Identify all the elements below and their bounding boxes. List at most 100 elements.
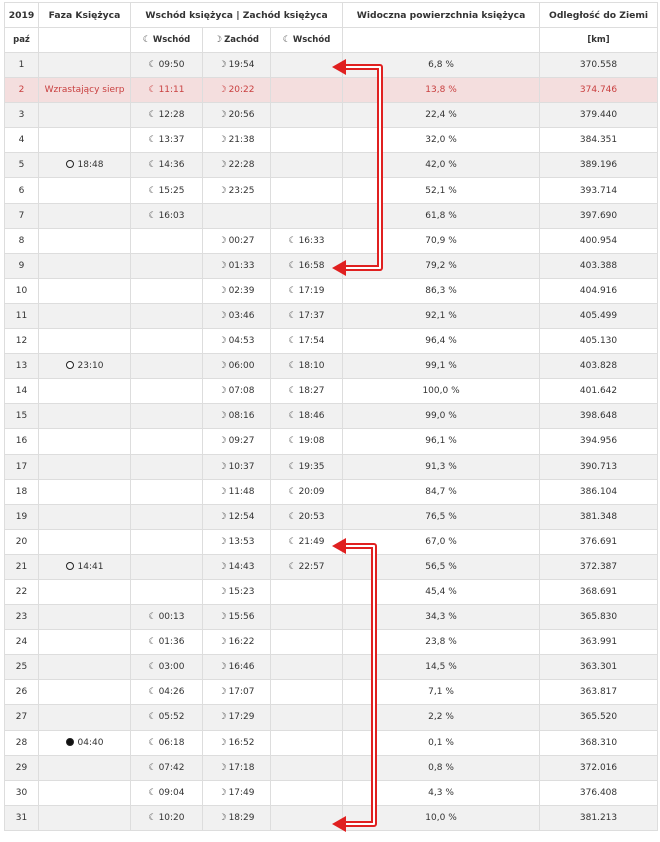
moonrise-cell [130, 578, 203, 606]
moonrise2-cell-value: 18:46 [298, 411, 325, 422]
moonrise-icon: ☾ [288, 310, 297, 321]
phase-cell-value: Wzrastający sierp [44, 85, 125, 96]
surface-cell-value: 79,2 % [425, 260, 457, 271]
full-moon-icon [65, 361, 74, 370]
phase-cell [38, 252, 131, 279]
moonrise2-cell-value: 17:54 [298, 336, 325, 347]
moonrise-cell-value: 15:25 [158, 185, 185, 196]
moonrise2-cell [269, 578, 344, 606]
table-row: 7 ☾ 16:03 61,8 % 397.690 [4, 202, 659, 229]
distance-cell-value: 397.690 [579, 210, 618, 221]
moonrise-icon: ☾ [288, 486, 297, 497]
distance-cell: 400.954 [539, 227, 659, 254]
surface-cell: 86,3 % [342, 277, 541, 304]
moonrise-cell: ☾ 16:03 [130, 202, 203, 229]
surface-cell: 0,1 % [342, 729, 541, 756]
rise-subheader-label: Wschód [152, 35, 191, 45]
distance-cell: 372.387 [539, 553, 659, 580]
moonset-cell: ☽ 00:27 [202, 227, 271, 254]
surface-cell-value: 99,1 % [425, 361, 457, 372]
moonrise2-cell [269, 779, 344, 806]
day-cell: 12 [4, 328, 39, 355]
moonrise-cell: ☾ 07:42 [130, 754, 203, 781]
day-cell: 20 [4, 528, 39, 555]
moonset-cell: ☽ 15:56 [202, 604, 271, 631]
distance-cell: 403.828 [539, 353, 659, 380]
moonrise-cell: ☾ 06:18 [130, 729, 203, 756]
moonrise-icon: ☾ [288, 260, 297, 271]
surface-cell-value: 23,8 % [425, 637, 457, 648]
distance-cell: 376.408 [539, 779, 659, 806]
phase-cell: 04:40 [38, 729, 131, 756]
moonrise-icon: ☾ [288, 561, 297, 572]
distance-cell: 365.830 [539, 604, 659, 631]
moonset-cell: ☽ 08:16 [202, 403, 271, 430]
day-cell-value: 5 [18, 160, 25, 171]
phase-cell: Wzrastający sierp [38, 77, 131, 104]
day-cell: 23 [4, 604, 39, 631]
month-header: paź [4, 27, 39, 53]
moonset-icon: ☽ [218, 561, 227, 572]
moonset-cell: ☽ 14:43 [202, 553, 271, 580]
phase-cell [38, 578, 131, 606]
day-cell: 22 [4, 578, 39, 606]
distance-cell-value: 403.828 [579, 361, 618, 372]
distance-cell-value: 405.130 [579, 336, 618, 347]
day-cell-value: 30 [15, 787, 28, 798]
moonrise-cell-value: 05:52 [158, 712, 185, 723]
moonset-icon: ☽ [218, 235, 227, 246]
moonrise-cell: ☾ 13:37 [130, 127, 203, 154]
distance-cell-value: 363.991 [579, 637, 618, 648]
table-row: 20 ☽ 13:53 ☾ 21:49 67,0 % 376.691 [4, 528, 659, 555]
moonset-icon: ☽ [218, 85, 227, 96]
moonset-icon: ☽ [218, 60, 227, 71]
distance-cell-value: 401.642 [579, 386, 618, 397]
distance-cell-value: 386.104 [579, 486, 618, 497]
moonrise-icon: ☾ [148, 712, 157, 723]
distance-cell-value: 365.830 [579, 612, 618, 623]
moonset-cell-value: 15:23 [228, 587, 255, 598]
moonset-icon: ☽ [218, 135, 227, 146]
day-cell: 5 [4, 152, 39, 179]
moonrise-cell: ☾ 03:00 [130, 654, 203, 681]
surface-cell: 61,8 % [342, 202, 541, 229]
table-row: 26 ☾ 04:26 ☽ 17:07 7,1 % 363.817 [4, 679, 659, 706]
surface-cell: 56,5 % [342, 553, 541, 580]
day-cell-value: 15 [15, 411, 28, 422]
moonrise2-cell-value: 20:53 [298, 511, 325, 522]
moonrise2-cell: ☾ 18:46 [269, 403, 344, 430]
distance-cell-value: 405.499 [579, 310, 618, 321]
moonset-icon: ☽ [218, 336, 227, 347]
moonrise-cell: ☾ 05:52 [130, 704, 203, 731]
day-cell-value: 27 [15, 712, 28, 723]
day-cell: 24 [4, 629, 39, 656]
moonrise-cell [130, 353, 203, 380]
moonrise-cell-value: 00:13 [158, 612, 185, 623]
rise-subheader: ☾ Wschód [130, 27, 203, 53]
moonrise2-cell [269, 152, 344, 179]
phase-cell [38, 102, 131, 129]
moonset-cell: ☽ 04:53 [202, 328, 271, 355]
surface-cell-value: 99,0 % [425, 411, 457, 422]
table-row: 5 18:48 ☾ 14:36 ☽ 22:28 42,0 % 389.196 [4, 152, 659, 179]
surface-cell-value: 70,9 % [425, 235, 457, 246]
surface-cell: 14,5 % [342, 654, 541, 681]
distance-cell-value: 368.310 [579, 737, 618, 748]
distance-cell-value: 403.388 [579, 260, 618, 271]
table-row: 4 ☾ 13:37 ☽ 21:38 32,0 % 384.351 [4, 127, 659, 154]
distance-cell-value: 363.301 [579, 662, 618, 673]
surface-cell-value: 86,3 % [425, 285, 457, 296]
moonset-cell-value: 20:56 [228, 110, 255, 121]
moonrise2-cell: ☾ 20:53 [269, 503, 344, 530]
moonset-cell: ☽ 10:37 [202, 453, 271, 480]
distance-cell-value: 370.558 [579, 60, 618, 71]
day-cell-value: 18 [15, 486, 28, 497]
moonset-icon: ☽ [218, 310, 227, 321]
phase-cell [38, 378, 131, 405]
table-row: 2 Wzrastający sierp ☾ 11:11 ☽ 20:22 13,8 % 374.… [4, 77, 659, 104]
phase-cell [38, 604, 131, 631]
phase-cell [38, 227, 131, 254]
moonset-icon: ☽ [214, 35, 223, 45]
moonrise-cell: ☾ 10:20 [130, 804, 203, 831]
surface-cell: 34,3 % [342, 604, 541, 631]
